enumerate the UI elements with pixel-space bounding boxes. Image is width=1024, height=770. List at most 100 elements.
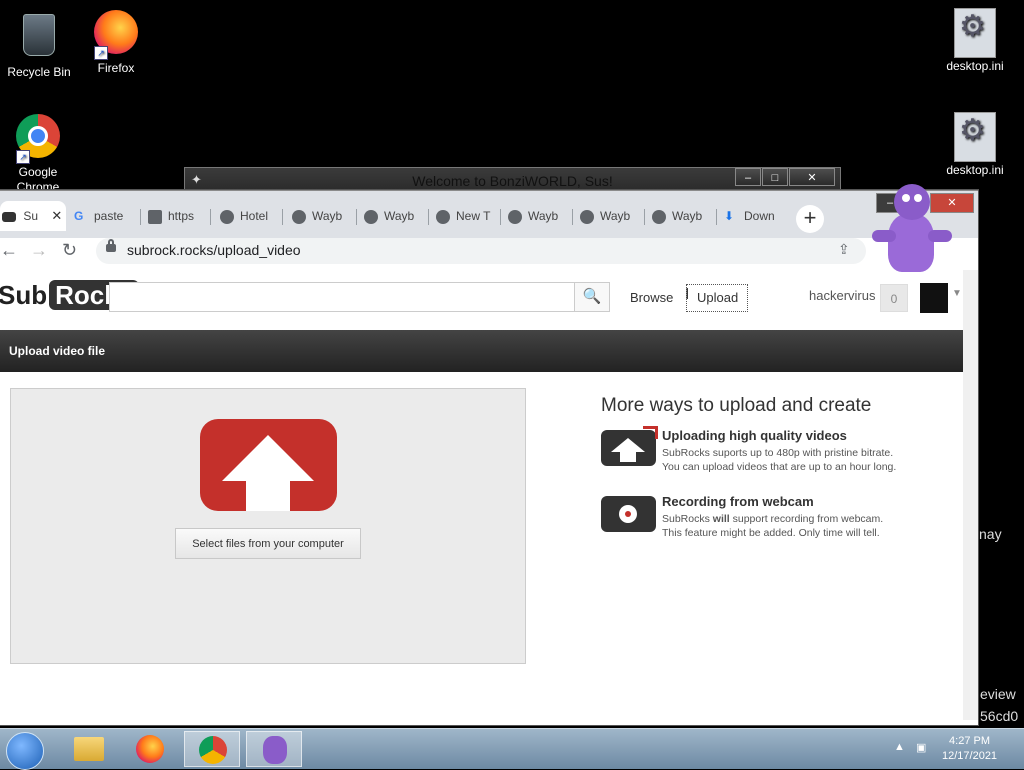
browse-link[interactable]: Browse [630,290,673,305]
feature-hq-upload: Uploading high quality videos SubRocks s… [601,426,961,478]
tab-wayback-3[interactable]: Wayb [508,201,568,231]
feature-description: SubRocks will support recording from web… [662,513,884,539]
minimize-button[interactable]: – [735,168,761,186]
chrome-icon [199,736,227,764]
tab-label: Wayb [672,209,703,223]
chrome-window: Su ✕ Gpaste https Hotel Wayb Wayb New T … [0,190,978,725]
tab-wayback-2[interactable]: Wayb [364,201,424,231]
tab-subrocks[interactable]: Su ✕ [0,201,66,231]
upload-drop-area[interactable]: Select files from your computer [10,388,526,664]
tab-hotel[interactable]: Hotel [220,201,278,231]
network-icon[interactable]: ▣ [916,741,926,754]
tab-label: Hotel [240,209,269,223]
time: 4:27 PM [949,735,991,747]
feature-title: Uploading high quality videos [662,428,847,443]
tab-strip: Su ✕ Gpaste https Hotel Wayb Wayb New T … [0,190,978,239]
page-icon [148,209,162,224]
desktop-icon-recycle-bin[interactable]: Recycle Bin [1,8,77,80]
desktop-icon-desktop-ini-2[interactable]: desktop.ini [937,112,1013,178]
tab-label: Down [744,209,775,223]
desktop-icon-label: desktop.ini [946,163,1004,177]
settings-file-icon [951,112,999,162]
browser-toolbar: ← → ↻ subrock.rocks/upload_video ⇪ [0,238,978,268]
recycle-bin-icon [15,14,63,62]
feature-title: Recording from webcam [662,494,814,509]
show-hidden-icons[interactable]: ▲ [894,741,905,753]
start-button[interactable] [6,732,44,770]
tab-label: Wayb [384,209,415,223]
tab-label: Wayb [528,209,559,223]
search-icon: 🔍 [582,288,602,305]
tab-wayback-4[interactable]: Wayb [580,201,640,231]
search-button[interactable]: 🔍 [574,282,610,312]
upload-arrow-icon [200,419,337,511]
tab-label: paste [94,209,124,223]
google-icon: G [74,209,84,223]
page-content: Sub Rocks 🔍 Browse Upload I hackervirus 0… [0,270,963,720]
tab-label: https [168,209,195,223]
select-files-button[interactable]: Select files from your computer [175,528,361,559]
background-window-fragment: eview [980,686,1016,702]
desktop-icon-chrome[interactable]: ↗ Google Chrome [0,112,76,195]
tab-wayback-1[interactable]: Wayb [292,201,352,231]
tab-new-tab[interactable]: New T [436,201,496,231]
forward-icon[interactable]: → [30,240,48,261]
feature-webcam: Recording from webcam SubRocks will supp… [601,494,961,544]
webcam-icon [601,496,656,532]
lock-icon [106,239,116,252]
chevron-down-icon[interactable]: ▼ [952,288,962,299]
desktop-icon-label: desktop.ini [946,59,1004,73]
desktop-icon-firefox[interactable]: ↗ Firefox [78,8,154,76]
tab-https[interactable]: https [148,201,206,231]
section-header: Upload video file [0,330,963,372]
url-text: subrock.rocks/upload_video [127,242,301,258]
upload-link[interactable]: Upload [697,290,738,305]
back-icon[interactable]: ← [0,240,18,261]
tab-label: Su [23,209,39,223]
close-tab-icon[interactable]: ✕ [51,208,62,223]
globe-icon [652,209,666,224]
tab-wayback-5[interactable]: Wayb [652,201,712,231]
taskbar-firefox[interactable] [122,731,178,767]
taskbar-chrome[interactable] [184,731,240,767]
youtube-icon [2,211,16,222]
chrome-icon [436,209,450,224]
chrome-icon: ↗ [14,114,62,164]
tab-downloads[interactable]: ⬇ Down [724,201,782,231]
tab-label: Wayb [312,209,343,223]
desktop-icon-label: Firefox [97,61,135,75]
new-tab-button[interactable]: + [796,205,824,233]
tab-paste[interactable]: Gpaste [74,201,136,231]
taskbar-explorer[interactable] [62,731,118,767]
bonzi-buddy-character[interactable] [872,180,952,292]
globe-icon [292,209,306,224]
firefox-icon [136,735,164,763]
text-cursor-icon: I [685,286,690,303]
close-button[interactable]: ✕ [789,168,835,186]
reload-icon[interactable]: ↻ [62,240,77,261]
globe-icon [580,209,594,224]
download-icon: ⬇ [724,209,735,223]
desktop-icon-desktop-ini-1[interactable]: desktop.ini [937,8,1013,74]
scrollbar[interactable] [963,270,978,720]
taskbar: ▲ ▣ 4:27 PM 12/17/2021 [0,728,1024,770]
upload-icon [601,426,658,466]
tab-label: New T [456,209,491,223]
background-window-fragment: 56cd0 [980,708,1019,724]
feature-description: SubRocks suports up to 480p with pristin… [662,447,897,473]
background-window-fragment: nay [979,526,1002,542]
date: 12/17/2021 [942,750,998,762]
address-bar[interactable]: subrock.rocks/upload_video ⇪ [96,238,866,264]
firefox-icon: ↗ [92,10,140,60]
settings-file-icon [951,8,999,58]
search-input[interactable] [109,282,575,312]
username[interactable]: hackervirus [809,288,875,303]
globe-icon [364,209,378,224]
section-title: Upload video file [9,344,106,358]
maximize-button[interactable]: □ [762,168,788,186]
share-icon[interactable]: ⇪ [838,241,850,258]
folder-icon [74,737,104,761]
desktop-icon-label: Recycle Bin [7,65,71,79]
clock[interactable]: 4:27 PM 12/17/2021 [942,734,997,764]
taskbar-bonziworld[interactable] [246,731,302,767]
